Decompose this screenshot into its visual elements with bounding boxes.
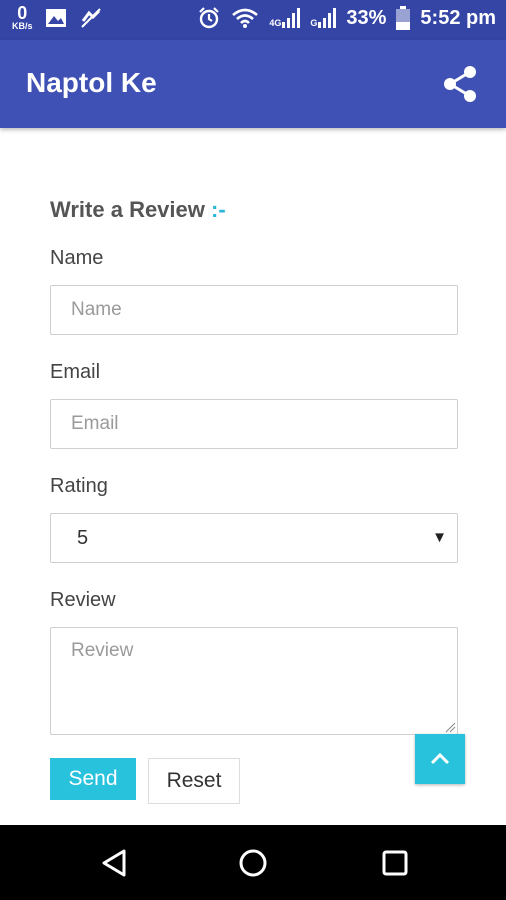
app-title: Naptol Ke [26,67,157,98]
recents-icon[interactable] [375,843,415,883]
mute-icon [80,7,101,28]
signal-g-label: G [310,18,318,28]
rating-selected-value: 5 [77,527,89,549]
status-right: 4G G 33% 5:52 pm [197,6,496,30]
network-speed-value: 0 [17,3,28,23]
signal-4g: 4G [269,8,301,28]
scroll-top-button[interactable] [415,734,465,784]
rating-label: Rating [50,475,108,497]
clock: 5:52 pm [420,6,496,29]
name-input[interactable] [50,285,458,335]
app-bar: Naptol Ke [0,40,506,128]
dropdown-arrow-icon: ▼ [432,529,447,546]
chevron-up-icon [430,752,450,765]
back-icon[interactable] [94,843,134,883]
form-heading-suffix: :- [204,197,226,222]
review-textarea-wrap [50,627,458,735]
signal-icon-2 [318,8,337,28]
review-textarea[interactable] [50,627,458,735]
review-label: Review [50,589,116,611]
status-bar: 0 KB/s 4G G 33% 5:52 pm [0,0,506,40]
email-input[interactable] [50,399,458,449]
battery-percent: 33% [346,6,387,29]
status-left: 0 KB/s [12,4,103,31]
wifi-icon [232,8,259,28]
signal-icon [282,8,301,28]
gallery-icon [45,8,66,27]
send-button[interactable]: Send [50,758,136,800]
email-label: Email [50,361,101,383]
home-icon[interactable] [233,843,273,883]
form-heading: Write a Review :- [50,197,226,223]
form-heading-text: Write a Review [50,197,205,222]
rating-select[interactable]: 5 ▼ [50,513,458,563]
name-label: Name [50,247,104,269]
alarm-icon [199,7,220,29]
network-speed: 0 KB/s [12,4,33,31]
share-icon[interactable] [440,64,480,104]
reset-button[interactable]: Reset [148,758,240,804]
signal-g: G [310,8,337,28]
resize-grip-icon[interactable] [444,721,456,733]
battery-icon [396,6,411,30]
signal-4g-label: 4G [269,18,282,28]
network-speed-unit: KB/s [12,21,33,31]
system-nav-bar [0,825,506,900]
